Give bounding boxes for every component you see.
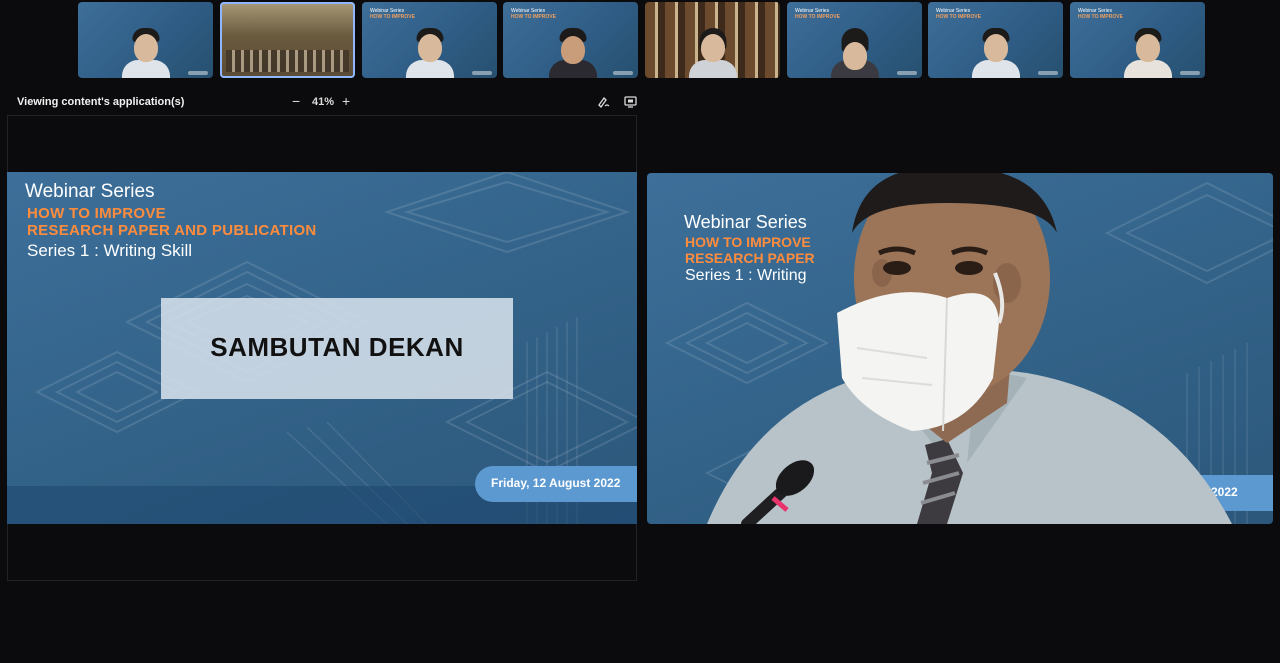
viewing-toolbar: Viewing content's application(s) − 41% +	[0, 90, 640, 112]
zoom-in-button[interactable]: +	[342, 93, 350, 109]
speaker-video[interactable]: Webinar Series HOW TO IMPROVE RESEARCH P…	[647, 173, 1273, 524]
sambutan-box: SAMBUTAN DEKAN	[161, 298, 513, 399]
participant-thumbnail[interactable]	[645, 2, 780, 78]
slide-headline-line2: RESEARCH PAPER AND PUBLICATION	[27, 222, 317, 239]
participant-name-tag	[613, 71, 633, 75]
viewing-content-label: Viewing content's application(s)	[17, 96, 185, 108]
participant-thumbnail[interactable]: Webinar Series HOW TO IMPROVE	[503, 2, 638, 78]
mini-slide-title: Webinar Series HOW TO IMPROVE	[936, 8, 981, 20]
participant-name-tag	[472, 71, 492, 75]
participant-thumbnail[interactable]	[78, 2, 213, 78]
slide-headline-line1: HOW TO IMPROVE	[27, 205, 166, 222]
mini-slide-title: Webinar Series HOW TO IMPROVE	[370, 8, 415, 20]
participant-avatar	[549, 26, 597, 78]
participant-avatar	[971, 26, 1020, 78]
zoom-level: 41%	[312, 96, 335, 108]
slide-subtitle: Series 1 : Writing Skill	[27, 241, 193, 260]
participant-avatar	[1124, 26, 1172, 78]
date-text: Friday, 12 August 2022	[491, 476, 621, 490]
slide-headline: HOW TO IMPROVE RESEARCH PAPER AND PUBLIC…	[27, 205, 317, 239]
sambutan-title: SAMBUTAN DEKAN	[210, 332, 464, 362]
annotate-icon[interactable]	[597, 95, 610, 108]
participant-thumbnail[interactable]: Webinar Series HOW TO IMPROVE	[1070, 2, 1205, 78]
participant-name-tag	[188, 71, 208, 75]
participant-thumbnail-active[interactable]	[220, 2, 355, 78]
participant-avatar	[688, 26, 737, 78]
participant-avatar	[830, 26, 879, 78]
mini-slide-title: Webinar Series HOW TO IMPROVE	[1078, 8, 1123, 20]
participant-thumbnail[interactable]: Webinar Series HOW TO IMPROVE	[362, 2, 497, 78]
participant-name-tag	[1180, 71, 1200, 75]
slide-series-title: Webinar Series	[25, 181, 155, 202]
date-badge: Friday, 12 August 2022	[475, 466, 637, 502]
participant-avatar	[121, 26, 170, 78]
participant-thumbnail[interactable]: Webinar Series HOW TO IMPROVE	[928, 2, 1063, 78]
participant-name-tag	[897, 71, 917, 75]
mini-slide-title: Webinar Series HOW TO IMPROVE	[511, 8, 556, 20]
screen-share-icon[interactable]	[624, 95, 637, 108]
mini-slide-title: Webinar Series HOW TO IMPROVE	[795, 8, 840, 20]
speaker-figure	[707, 173, 1232, 524]
participant-thumbnail[interactable]: Webinar Series HOW TO IMPROVE	[787, 2, 922, 78]
participant-name-tag	[1038, 71, 1058, 75]
participant-avatar	[405, 26, 454, 78]
shared-slide[interactable]: Webinar Series HOW TO IMPROVE RESEARCH P…	[7, 172, 637, 524]
zoom-out-button[interactable]: −	[292, 93, 300, 109]
